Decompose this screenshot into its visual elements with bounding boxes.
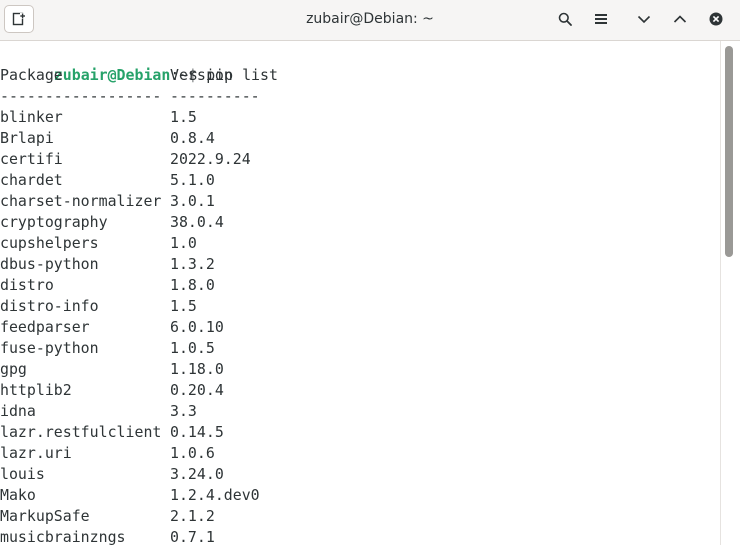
package-name: lazr.uri: [0, 444, 72, 462]
package-version: 1.5: [170, 297, 197, 315]
package-name: fuse-python: [0, 339, 99, 357]
package-name: lazr.restfulclient: [0, 423, 162, 441]
new-tab-button[interactable]: [4, 5, 34, 33]
table-row: Mako 1.2.4.dev0: [0, 485, 720, 506]
package-version: 1.5: [170, 108, 197, 126]
header-version: Version: [170, 66, 233, 84]
search-button[interactable]: [552, 6, 578, 32]
table-row: lazr.uri 1.0.6: [0, 443, 720, 464]
window-title: zubair@Debian: ~: [306, 11, 434, 27]
package-name: Brlapi: [0, 129, 54, 147]
package-name: cupshelpers: [0, 234, 99, 252]
header-bar: zubair@Debian: ~: [0, 0, 740, 41]
package-version: 6.0.10: [170, 318, 224, 336]
table-header-row: Package Version: [0, 65, 720, 86]
package-name: chardet: [0, 171, 63, 189]
table-row: cupshelpers 1.0: [0, 233, 720, 254]
table-row: distro 1.8.0: [0, 275, 720, 296]
package-version: 3.24.0: [170, 465, 224, 483]
package-name: cryptography: [0, 213, 108, 231]
package-name: MarkupSafe: [0, 507, 90, 525]
package-version: 1.0.5: [170, 339, 215, 357]
package-version: 0.7.1: [170, 528, 215, 545]
header-package: Package: [0, 66, 63, 84]
package-version: 3.3: [170, 402, 197, 420]
package-version: 0.14.5: [170, 423, 224, 441]
package-name: distro: [0, 276, 54, 294]
package-version: 1.8.0: [170, 276, 215, 294]
package-version: 1.3.2: [170, 255, 215, 273]
package-name: httplib2: [0, 381, 72, 399]
package-version: 0.8.4: [170, 129, 215, 147]
table-row: distro-info 1.5: [0, 296, 720, 317]
package-name: louis: [0, 465, 45, 483]
package-version: 1.2.4.dev0: [170, 486, 260, 504]
table-separator-row: ------------------ ----------: [0, 86, 720, 107]
table-row: louis 3.24.0: [0, 464, 720, 485]
package-version: 3.0.1: [170, 192, 215, 210]
terminal-output[interactable]: zubair@Debian:~$ pip list Package Versio…: [0, 41, 720, 545]
package-name: distro-info: [0, 297, 99, 315]
table-row: blinker 1.5: [0, 107, 720, 128]
package-version: 2022.9.24: [170, 150, 251, 168]
table-row: gpg 1.18.0: [0, 359, 720, 380]
package-name: dbus-python: [0, 255, 99, 273]
chevron-up-icon: [673, 15, 687, 23]
package-name: blinker: [0, 108, 63, 126]
table-row: charset-normalizer 3.0.1: [0, 191, 720, 212]
menu-button[interactable]: [588, 6, 614, 32]
table-row: cryptography 38.0.4: [0, 212, 720, 233]
package-name: feedparser: [0, 318, 90, 336]
minimize-button[interactable]: [631, 6, 657, 32]
scrollbar[interactable]: [720, 41, 740, 545]
close-button[interactable]: [703, 6, 729, 32]
table-row: lazr.restfulclient 0.14.5: [0, 422, 720, 443]
terminal-window: zubair@Debian: ~ zubair@Debian:~$ pip li…: [0, 0, 740, 545]
package-version: 38.0.4: [170, 213, 224, 231]
scrollbar-thumb[interactable]: [725, 46, 733, 257]
table-row: chardet 5.1.0: [0, 170, 720, 191]
package-version: 1.0.6: [170, 444, 215, 462]
table-row: MarkupSafe 2.1.2: [0, 506, 720, 527]
package-name: gpg: [0, 360, 27, 378]
close-icon: [709, 12, 723, 26]
table-row: feedparser 6.0.10: [0, 317, 720, 338]
hamburger-menu-icon: [595, 14, 607, 24]
package-name: idna: [0, 402, 36, 420]
package-version: 5.1.0: [170, 171, 215, 189]
chevron-down-icon: [637, 15, 651, 24]
table-row: dbus-python 1.3.2: [0, 254, 720, 275]
package-version: 1.0: [170, 234, 197, 252]
package-name: musicbrainzngs: [0, 528, 126, 545]
maximize-button[interactable]: [667, 6, 693, 32]
new-tab-icon: [12, 12, 26, 26]
search-icon: [558, 12, 572, 26]
table-row: idna 3.3: [0, 401, 720, 422]
package-version: 2.1.2: [170, 507, 215, 525]
table-row: certifi 2022.9.24: [0, 149, 720, 170]
table-row: fuse-python 1.0.5: [0, 338, 720, 359]
package-name: certifi: [0, 150, 63, 168]
package-name: Mako: [0, 486, 36, 504]
package-version: 0.20.4: [170, 381, 224, 399]
package-version: 1.18.0: [170, 360, 224, 378]
separator-package: ------------------: [0, 87, 162, 105]
table-row: Brlapi 0.8.4: [0, 128, 720, 149]
table-row: musicbrainzngs 0.7.1: [0, 527, 720, 545]
separator-version: ----------: [170, 87, 260, 105]
command-line: zubair@Debian:~$ pip list: [0, 44, 278, 84]
table-row: httplib2 0.20.4: [0, 380, 720, 401]
package-name: charset-normalizer: [0, 192, 162, 210]
